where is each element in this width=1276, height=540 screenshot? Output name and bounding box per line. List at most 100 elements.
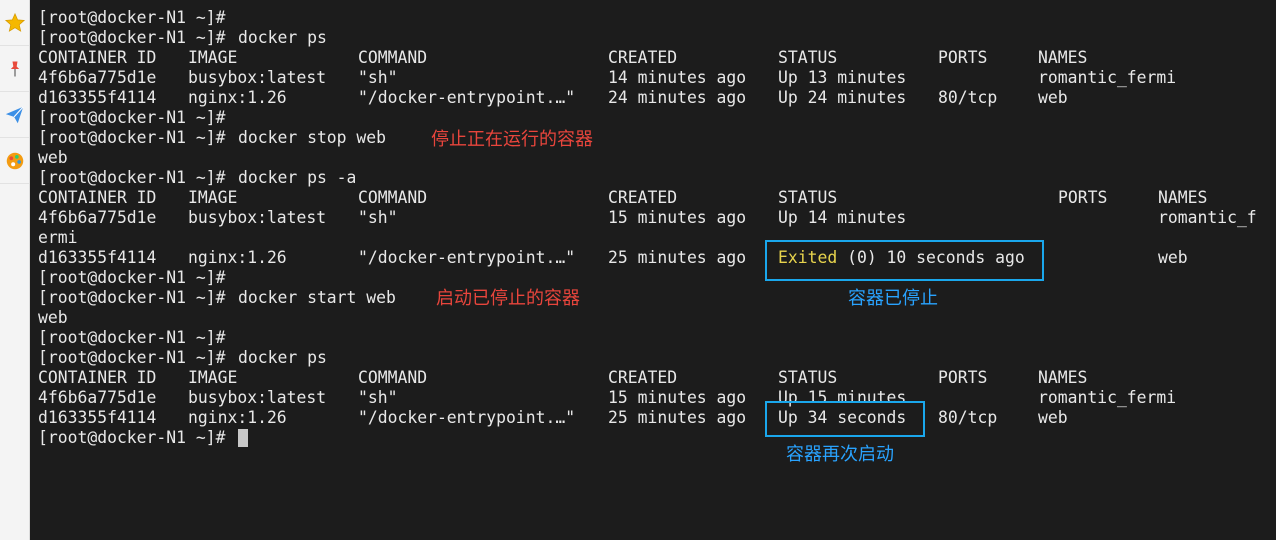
terminal-window[interactable]: [root@docker-N1 ~]# [root@docker-N1 ~]# …	[30, 0, 1276, 540]
header-names: NAMES	[1038, 48, 1088, 67]
table-row: 4f6b6a775d1e busybox:latest "sh" 14 minu…	[38, 68, 1176, 88]
shell-prompt: [root@docker-N1 ~]#	[38, 268, 226, 287]
terminal-line: [root@docker-N1 ~]# docker stop web	[38, 128, 386, 148]
cell-container-id: d163355f4114	[38, 408, 157, 427]
header-status: STATUS	[778, 48, 838, 67]
cell-created: 15 minutes ago	[608, 388, 747, 407]
cell-image: busybox:latest	[188, 68, 327, 87]
cell-created: 14 minutes ago	[608, 68, 747, 87]
cell-image: busybox:latest	[188, 208, 327, 227]
cell-names-wrapped: ermi	[38, 228, 78, 247]
cell-command: "sh"	[358, 68, 398, 87]
terminal-line: [root@docker-N1 ~]#	[38, 328, 226, 348]
cell-command: "sh"	[358, 388, 398, 407]
cell-command: "/docker-entrypoint.…"	[358, 408, 576, 427]
terminal-line: web	[38, 308, 97, 328]
table-row: 4f6b6a775d1e busybox:latest "sh" 15 minu…	[38, 388, 1176, 408]
cell-image: nginx:1.26	[188, 88, 287, 107]
table-row: 4f6b6a775d1e busybox:latest "sh" 15 minu…	[38, 208, 1257, 228]
side-toolbar	[0, 0, 30, 540]
sidebar-item-favorites[interactable]	[0, 0, 29, 46]
table-row: d163355f4114 nginx:1.26 "/docker-entrypo…	[38, 248, 1188, 268]
command-output: web	[38, 308, 68, 327]
header-ports: PORTS	[938, 368, 988, 387]
shell-prompt: [root@docker-N1 ~]#	[38, 348, 226, 367]
shell-prompt: [root@docker-N1 ~]#	[38, 108, 226, 127]
cell-names: web	[1038, 408, 1068, 427]
terminal-line: [root@docker-N1 ~]#	[38, 428, 248, 448]
cell-created: 25 minutes ago	[608, 248, 747, 267]
shell-prompt: [root@docker-N1 ~]#	[38, 128, 226, 147]
header-image: IMAGE	[188, 368, 238, 387]
header-ports: PORTS	[938, 48, 988, 67]
terminal-line: [root@docker-N1 ~]#	[38, 108, 226, 128]
cell-status: Up 24 minutes	[778, 88, 907, 107]
header-container-id: CONTAINER ID	[38, 48, 157, 67]
table-header: CONTAINER ID IMAGE COMMAND CREATED STATU…	[38, 368, 1087, 388]
table-row: d163355f4114 nginx:1.26 "/docker-entrypo…	[38, 408, 1068, 428]
sidebar-item-pin[interactable]	[0, 46, 29, 92]
terminal-line: ermi	[38, 228, 97, 248]
header-names: NAMES	[1038, 368, 1088, 387]
command-text: docker ps	[238, 348, 327, 367]
terminal-line: [root@docker-N1 ~]#	[38, 8, 226, 28]
command-text: docker ps	[238, 28, 327, 47]
cell-container-id: d163355f4114	[38, 88, 157, 107]
exited-status-highlight	[765, 240, 1044, 281]
table-row: d163355f4114 nginx:1.26 "/docker-entrypo…	[38, 88, 1068, 108]
command-output: web	[38, 148, 68, 167]
cell-status: Up 13 minutes	[778, 68, 907, 87]
terminal-line: [root@docker-N1 ~]#	[38, 268, 226, 288]
header-created: CREATED	[608, 48, 678, 67]
pin-icon	[10, 61, 19, 76]
cell-command: "/docker-entrypoint.…"	[358, 248, 576, 267]
header-image: IMAGE	[188, 188, 238, 207]
palette-icon	[6, 152, 23, 169]
header-command: COMMAND	[358, 48, 428, 67]
cell-command: "sh"	[358, 208, 398, 227]
cell-command: "/docker-entrypoint.…"	[358, 88, 576, 107]
cell-container-id: 4f6b6a775d1e	[38, 68, 157, 87]
cell-image: nginx:1.26	[188, 408, 287, 427]
terminal-line: web	[38, 148, 97, 168]
terminal-line: [root@docker-N1 ~]# docker start web	[38, 288, 396, 308]
cell-container-id: 4f6b6a775d1e	[38, 388, 157, 407]
annotation-restarted: 容器再次启动	[786, 444, 894, 465]
terminal-line: [root@docker-N1 ~]# docker ps	[38, 348, 327, 368]
terminal-line: [root@docker-N1 ~]# docker ps	[38, 28, 327, 48]
cell-names: web	[1038, 88, 1068, 107]
header-command: COMMAND	[358, 368, 428, 387]
cell-ports: 80/tcp	[938, 88, 998, 107]
shell-prompt: [root@docker-N1 ~]#	[38, 428, 226, 447]
sidebar-item-palette[interactable]	[0, 138, 29, 184]
cell-created: 24 minutes ago	[608, 88, 747, 107]
header-image: IMAGE	[188, 48, 238, 67]
sidebar-item-send[interactable]	[0, 92, 29, 138]
cell-container-id: d163355f4114	[38, 248, 157, 267]
shell-prompt: [root@docker-N1 ~]#	[38, 288, 226, 307]
header-container-id: CONTAINER ID	[38, 188, 157, 207]
command-text: docker start web	[238, 288, 396, 307]
restarted-status-highlight	[765, 401, 925, 437]
star-icon	[4, 12, 25, 32]
shell-prompt: [root@docker-N1 ~]#	[38, 328, 226, 347]
cell-names: romantic_f	[1158, 208, 1257, 227]
table-header: CONTAINER ID IMAGE COMMAND CREATED STATU…	[38, 188, 1207, 208]
cell-names: romantic_fermi	[1038, 68, 1177, 87]
header-names: NAMES	[1158, 188, 1208, 207]
command-text: docker ps -a	[238, 168, 357, 187]
shell-prompt: [root@docker-N1 ~]#	[38, 168, 226, 187]
annotation-start: 启动已停止的容器	[436, 288, 580, 309]
annotation-stopped: 容器已停止	[848, 288, 938, 309]
header-created: CREATED	[608, 368, 678, 387]
cell-names: romantic_fermi	[1038, 388, 1177, 407]
table-header: CONTAINER ID IMAGE COMMAND CREATED STATU…	[38, 48, 1087, 68]
header-status: STATUS	[778, 368, 838, 387]
terminal-cursor[interactable]	[238, 429, 248, 447]
cell-ports: 80/tcp	[938, 408, 998, 427]
cell-image: nginx:1.26	[188, 248, 287, 267]
header-status: STATUS	[778, 188, 838, 207]
header-created: CREATED	[608, 188, 678, 207]
cell-created: 15 minutes ago	[608, 208, 747, 227]
header-ports: PORTS	[1058, 188, 1108, 207]
